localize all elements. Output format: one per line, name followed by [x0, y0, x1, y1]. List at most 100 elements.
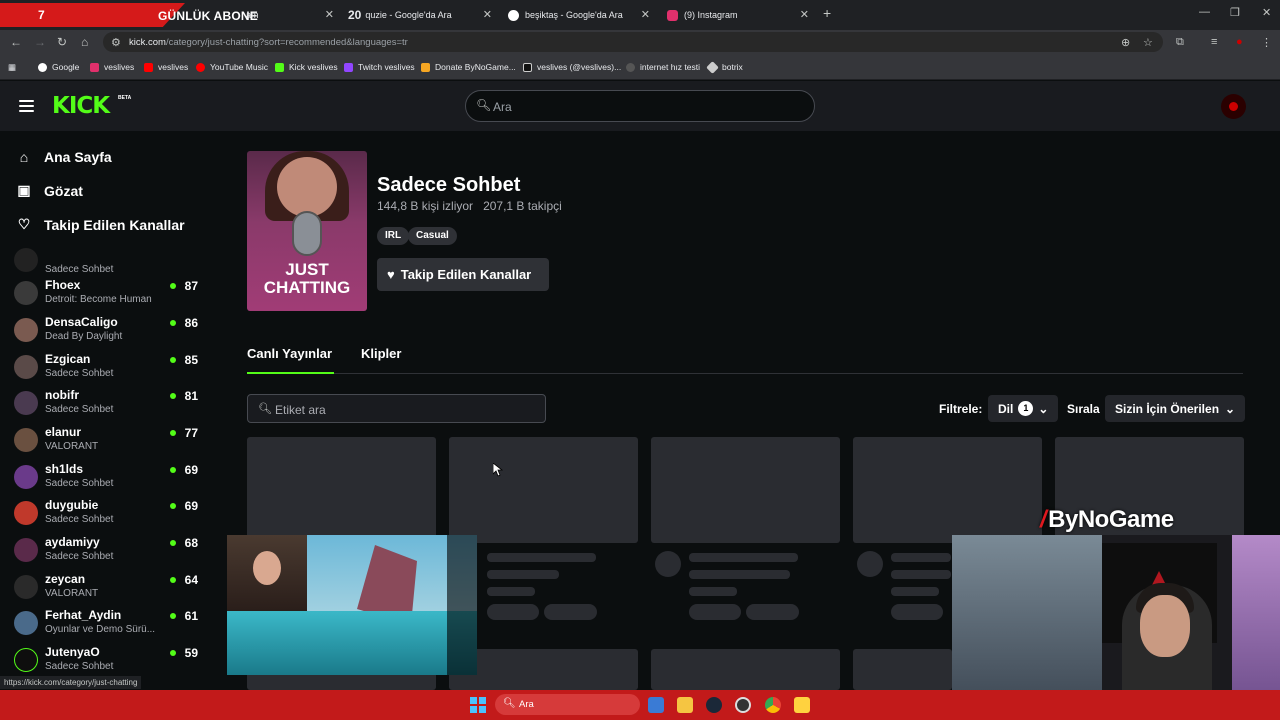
media-icon[interactable]: ≡: [1211, 36, 1217, 48]
browser-tab-4[interactable]: (9) Instagram ✕: [667, 4, 815, 26]
text-placeholder: [689, 553, 798, 562]
text-placeholder: [487, 553, 596, 562]
language-filter-dropdown[interactable]: Dil 1 ⌄: [988, 395, 1059, 422]
sidebar-item-browse[interactable]: ▣ Gözat: [16, 182, 83, 199]
tag-casual[interactable]: Casual: [408, 227, 457, 245]
tag-placeholder: [689, 604, 741, 620]
bookmark-twitch-veslives[interactable]: Twitch veslives: [344, 62, 415, 72]
sidebar-channel[interactable]: elanur VALORANT 77: [14, 425, 204, 461]
profile-icon[interactable]: ●: [1236, 36, 1243, 48]
apps-icon[interactable]: ▦: [8, 62, 16, 73]
tab-live-streams[interactable]: Canlı Yayınlar: [247, 346, 332, 361]
restore-icon[interactable]: ❐: [1230, 6, 1240, 19]
sidebar-channel[interactable]: zeycan VALORANT 64: [14, 572, 204, 608]
sidebar-channel[interactable]: DensaCaligo Dead By Daylight 86: [14, 315, 204, 351]
app-icon[interactable]: [794, 697, 810, 713]
bookmark-star-icon[interactable]: ☆: [1143, 36, 1153, 49]
heart-icon: ♥: [387, 267, 395, 282]
bookmark-kick-veslives[interactable]: Kick veslives: [275, 62, 338, 72]
live-dot: [170, 393, 176, 399]
text-placeholder: [891, 587, 939, 596]
avatar: [14, 538, 38, 562]
browser-tab-1[interactable]: am ✕: [236, 4, 340, 26]
bookmark-tiktok[interactable]: veslives (@veslives)...: [523, 62, 621, 72]
close-icon[interactable]: ✕: [483, 8, 492, 21]
cover-text-line1: JUST: [285, 260, 329, 279]
tag-search-placeholder: Etiket ara: [275, 403, 326, 417]
taskbar-search-input[interactable]: [495, 694, 640, 715]
sidebar-item-home[interactable]: ⌂ Ana Sayfa: [16, 149, 112, 165]
minimize-icon[interactable]: —: [1199, 6, 1210, 18]
chrome-icon[interactable]: [765, 697, 781, 713]
close-icon[interactable]: ✕: [325, 8, 334, 21]
stream-card-placeholder: [853, 437, 1042, 543]
close-icon[interactable]: ✕: [641, 8, 650, 21]
obs-icon[interactable]: [735, 697, 751, 713]
bookmark-veslives-instagram[interactable]: veslives: [90, 62, 134, 72]
zoom-icon[interactable]: ⊕: [1121, 36, 1130, 49]
sidebar-channel[interactable]: duygubie Sadece Sohbet 69: [14, 498, 204, 534]
search-placeholder: Ara: [493, 100, 512, 114]
filter-label: Filtrele:: [939, 402, 983, 416]
kick-logo[interactable]: KICK: [52, 93, 110, 119]
stream-overlay-video: [227, 535, 477, 675]
close-icon[interactable]: ✕: [800, 8, 809, 21]
category-title: Sadece Sohbet: [377, 174, 521, 196]
new-tab-icon[interactable]: +: [823, 5, 831, 21]
text-placeholder: [891, 570, 951, 579]
tag-irl[interactable]: IRL: [377, 227, 410, 245]
stream-card-placeholder: [853, 649, 952, 690]
live-dot: [170, 430, 176, 436]
sidebar-channel[interactable]: nobifr Sadece Sohbet 81: [14, 388, 204, 424]
avatar: [14, 428, 38, 452]
bookmark-speed-test[interactable]: internet hız testi: [626, 62, 700, 72]
back-icon[interactable]: ←: [10, 35, 22, 49]
browser-tab-2[interactable]: 20 quzie - Google'da Ara ✕: [348, 4, 498, 26]
text-placeholder: [891, 553, 951, 562]
window-close-icon[interactable]: ✕: [1262, 6, 1271, 19]
reload-icon[interactable]: ↻: [57, 35, 67, 49]
tag-placeholder: [487, 604, 539, 620]
globe-icon: [626, 62, 635, 72]
search-input[interactable]: [465, 90, 815, 122]
user-avatar[interactable]: [1221, 94, 1246, 119]
sort-dropdown[interactable]: Sizin İçin Önerilen ⌄: [1105, 395, 1246, 422]
hamburger-menu-icon[interactable]: [19, 100, 34, 115]
sidebar-channel[interactable]: Fhoex Detroit: Become Human 87: [14, 278, 204, 314]
chevron-down-icon: ⌄: [1038, 401, 1049, 416]
kick-icon: [275, 62, 284, 72]
bookmark-youtube-music[interactable]: YouTube Music: [196, 62, 268, 72]
steam-icon[interactable]: [706, 697, 722, 713]
browser-tab-3[interactable]: beşiktaş - Google'da Ara ✕: [508, 4, 656, 26]
tab-clips[interactable]: Klipler: [361, 346, 401, 361]
avatar: [14, 575, 38, 599]
tag-placeholder: [544, 604, 597, 620]
avatar-placeholder: [857, 551, 883, 577]
taskbar-search-placeholder: Ara: [519, 699, 534, 710]
avatar: [14, 281, 38, 305]
menu-icon[interactable]: ⋮: [1261, 36, 1272, 49]
url-text[interactable]: kick.com/category/just-chatting?sort=rec…: [129, 37, 408, 48]
site-info-icon[interactable]: ⚙: [111, 36, 121, 49]
language-count-badge: 1: [1018, 401, 1034, 416]
sidebar-channel[interactable]: sh1lds Sadece Sohbet 69: [14, 462, 204, 498]
bookmark-google[interactable]: Google: [38, 62, 79, 72]
stream-card-placeholder: [449, 649, 638, 690]
bookmark-botrix[interactable]: botrix: [706, 60, 743, 74]
search-icon: 🔍︎: [476, 98, 492, 112]
windows-start-icon[interactable]: [470, 697, 486, 713]
sidebar-channel[interactable]: aydamiyy Sadece Sohbet 68: [14, 535, 204, 571]
home-icon[interactable]: ⌂: [81, 35, 88, 49]
sidebar-channel[interactable]: Ezgican Sadece Sohbet 85: [14, 352, 204, 388]
bookmark-veslives-youtube[interactable]: veslives: [144, 62, 188, 72]
microphone-icon: [292, 211, 322, 256]
sidebar-item-following[interactable]: ♡ Takip Edilen Kanallar: [16, 216, 185, 233]
stream-card-placeholder: [247, 437, 436, 543]
sidebar-channel[interactable]: Ferhat_Aydin Oyunlar ve Demo Sürü... 61: [14, 608, 204, 644]
bookmark-donate-bynogame[interactable]: Donate ByNoGame...: [421, 62, 516, 72]
extensions-icon[interactable]: ⧉: [1176, 36, 1184, 49]
forward-icon[interactable]: →: [34, 35, 46, 49]
file-explorer-icon[interactable]: [677, 697, 693, 713]
widgets-icon[interactable]: [648, 697, 664, 713]
follow-button[interactable]: ♥ Takip Edilen Kanallar: [377, 258, 549, 291]
